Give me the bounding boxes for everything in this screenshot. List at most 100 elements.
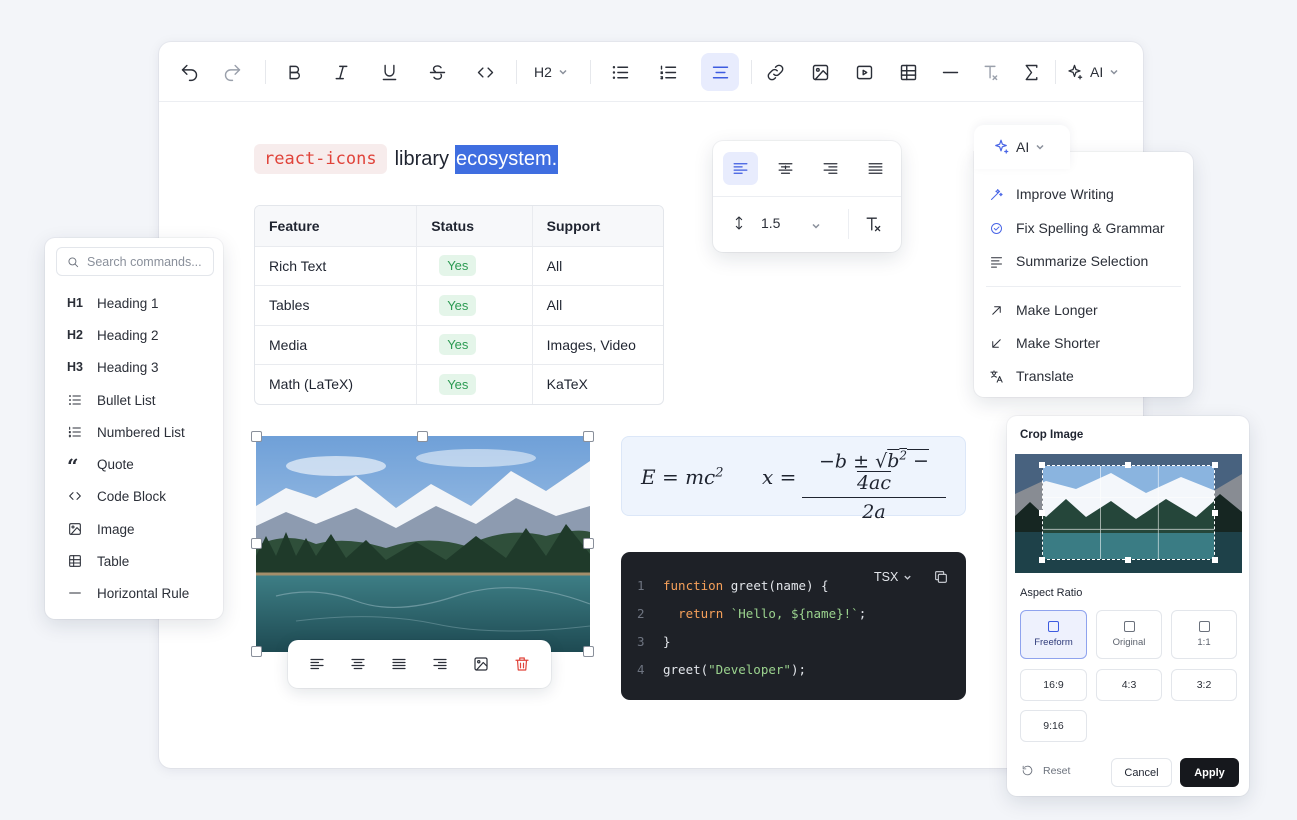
table-cell[interactable]: Rich Text xyxy=(255,247,416,286)
resize-handle[interactable] xyxy=(251,646,262,657)
table-header[interactable]: Feature xyxy=(255,206,416,246)
aspect-original-button[interactable]: Original xyxy=(1096,610,1162,659)
table-cell[interactable]: Media xyxy=(255,326,416,365)
ai-item-summarize[interactable]: Summarize Selection xyxy=(989,249,1148,273)
replace-image-button[interactable] xyxy=(472,655,490,673)
command-item-numbered-list[interactable]: Numbered List xyxy=(67,421,185,443)
table-cell[interactable]: Tables xyxy=(255,286,416,325)
bullet-list-button[interactable] xyxy=(601,53,639,91)
line-height-select[interactable]: 1.5 xyxy=(731,215,780,231)
image-align-justify-button[interactable] xyxy=(390,655,408,673)
command-search-input[interactable] xyxy=(87,254,212,269)
language-dropdown[interactable]: TSX xyxy=(874,570,912,584)
copy-button[interactable] xyxy=(933,569,949,585)
code-button[interactable] xyxy=(466,53,504,91)
crop-handle[interactable] xyxy=(1212,510,1218,516)
crop-selection-box[interactable] xyxy=(1042,465,1215,560)
resize-handle[interactable] xyxy=(583,431,594,442)
code-block[interactable]: TSX 1 function greet(name) { 2 return `He… xyxy=(621,552,966,700)
strikethrough-button[interactable] xyxy=(418,53,456,91)
crop-handle[interactable] xyxy=(1039,557,1045,563)
table-cell[interactable]: All xyxy=(531,246,663,285)
table-cell[interactable]: Yes xyxy=(416,325,531,364)
underline-button[interactable] xyxy=(370,53,408,91)
inline-code[interactable]: react-icons xyxy=(254,144,387,174)
aspect-4-3-button[interactable]: 4:3 xyxy=(1096,669,1162,701)
crop-handle[interactable] xyxy=(1039,462,1045,468)
table-cell[interactable]: Images, Video xyxy=(531,325,663,364)
undo-button[interactable] xyxy=(170,53,208,91)
image-button[interactable] xyxy=(801,53,839,91)
delete-image-button[interactable] xyxy=(513,655,531,673)
table-cell[interactable]: All xyxy=(531,286,663,325)
align-justify-button[interactable] xyxy=(858,152,893,185)
crop-handle[interactable] xyxy=(1039,510,1045,516)
aspect-3-2-button[interactable]: 3:2 xyxy=(1171,669,1237,701)
image-align-right-button[interactable] xyxy=(431,655,449,673)
ai-item-fix-spelling[interactable]: Fix Spelling & Grammar xyxy=(989,216,1165,240)
redo-button[interactable] xyxy=(213,53,251,91)
reset-button[interactable]: Reset xyxy=(1021,764,1070,777)
align-button[interactable] xyxy=(701,53,739,91)
resize-handle[interactable] xyxy=(583,538,594,549)
ai-item-translate[interactable]: Translate xyxy=(989,364,1074,388)
resize-handle[interactable] xyxy=(417,431,428,442)
cancel-button[interactable]: Cancel xyxy=(1111,758,1172,787)
ai-menu-tab[interactable]: AI xyxy=(974,125,1070,169)
table-button[interactable] xyxy=(889,53,927,91)
resize-handle[interactable] xyxy=(583,646,594,657)
command-item-horizontal-rule[interactable]: Horizontal Rule xyxy=(67,582,189,604)
line-height-chevron[interactable] xyxy=(811,221,821,231)
ai-item-make-shorter[interactable]: Make Shorter xyxy=(989,331,1100,355)
aspect-freeform-button[interactable]: Freeform xyxy=(1020,610,1087,659)
italic-button[interactable] xyxy=(322,53,360,91)
align-right-button[interactable] xyxy=(813,152,848,185)
command-item-bullet-list[interactable]: Bullet List xyxy=(67,389,156,411)
command-item-quote[interactable]: “ Quote xyxy=(67,453,134,478)
math-button[interactable] xyxy=(1012,53,1050,91)
table-cell[interactable]: Math (LaTeX) xyxy=(255,365,416,404)
numbered-list-button[interactable] xyxy=(649,53,687,91)
resize-handle[interactable] xyxy=(251,538,262,549)
crop-handle[interactable] xyxy=(1212,557,1218,563)
crop-handle[interactable] xyxy=(1125,557,1131,563)
image-align-left-button[interactable] xyxy=(308,655,326,673)
ai-item-make-longer[interactable]: Make Longer xyxy=(989,298,1098,322)
bold-button[interactable] xyxy=(275,53,313,91)
table-cell[interactable]: KaTeX xyxy=(531,365,663,404)
video-button[interactable] xyxy=(845,53,883,91)
aspect-1-1-button[interactable]: 1:1 xyxy=(1171,610,1237,659)
crop-preview[interactable] xyxy=(1015,454,1242,573)
align-center-button[interactable] xyxy=(768,152,803,185)
apply-button[interactable]: Apply xyxy=(1180,758,1239,787)
horizontal-rule-button[interactable] xyxy=(931,53,969,91)
resize-handle[interactable] xyxy=(251,431,262,442)
command-item-table[interactable]: Table xyxy=(67,550,129,572)
command-item-heading-3[interactable]: H3 Heading 3 xyxy=(67,356,159,378)
image-block[interactable] xyxy=(251,431,594,657)
aspect-9-16-button[interactable]: 9:16 xyxy=(1020,710,1087,742)
clear-format-button[interactable] xyxy=(863,214,883,234)
table-cell[interactable]: Yes xyxy=(416,286,531,325)
command-item-code-block[interactable]: Code Block xyxy=(67,485,166,507)
selected-text[interactable]: ecosystem. xyxy=(455,144,559,174)
table-header[interactable]: Status xyxy=(416,206,531,246)
link-button[interactable] xyxy=(756,53,794,91)
table-cell[interactable]: Yes xyxy=(416,365,531,404)
ai-item-improve-writing[interactable]: Improve Writing xyxy=(989,182,1114,206)
command-item-image[interactable]: Image xyxy=(67,518,135,540)
table-cell[interactable]: Yes xyxy=(416,246,531,285)
aspect-16-9-button[interactable]: 16:9 xyxy=(1020,669,1087,701)
math-block[interactable]: E = mc2 x = −b ± √b2 − 4ac 2a xyxy=(621,436,966,523)
crop-handle[interactable] xyxy=(1125,462,1131,468)
heading-dropdown[interactable]: H2 xyxy=(534,53,568,91)
table-header[interactable]: Support xyxy=(531,206,663,246)
crop-handle[interactable] xyxy=(1212,462,1218,468)
align-left-button[interactable] xyxy=(723,152,758,185)
command-item-heading-2[interactable]: H2 Heading 2 xyxy=(67,324,159,346)
ai-dropdown[interactable]: AI xyxy=(1065,53,1119,91)
clear-format-button[interactable] xyxy=(971,53,1009,91)
headline-text[interactable]: library xyxy=(395,148,449,171)
command-item-heading-1[interactable]: H1 Heading 1 xyxy=(67,292,159,314)
image-align-center-button[interactable] xyxy=(349,655,367,673)
